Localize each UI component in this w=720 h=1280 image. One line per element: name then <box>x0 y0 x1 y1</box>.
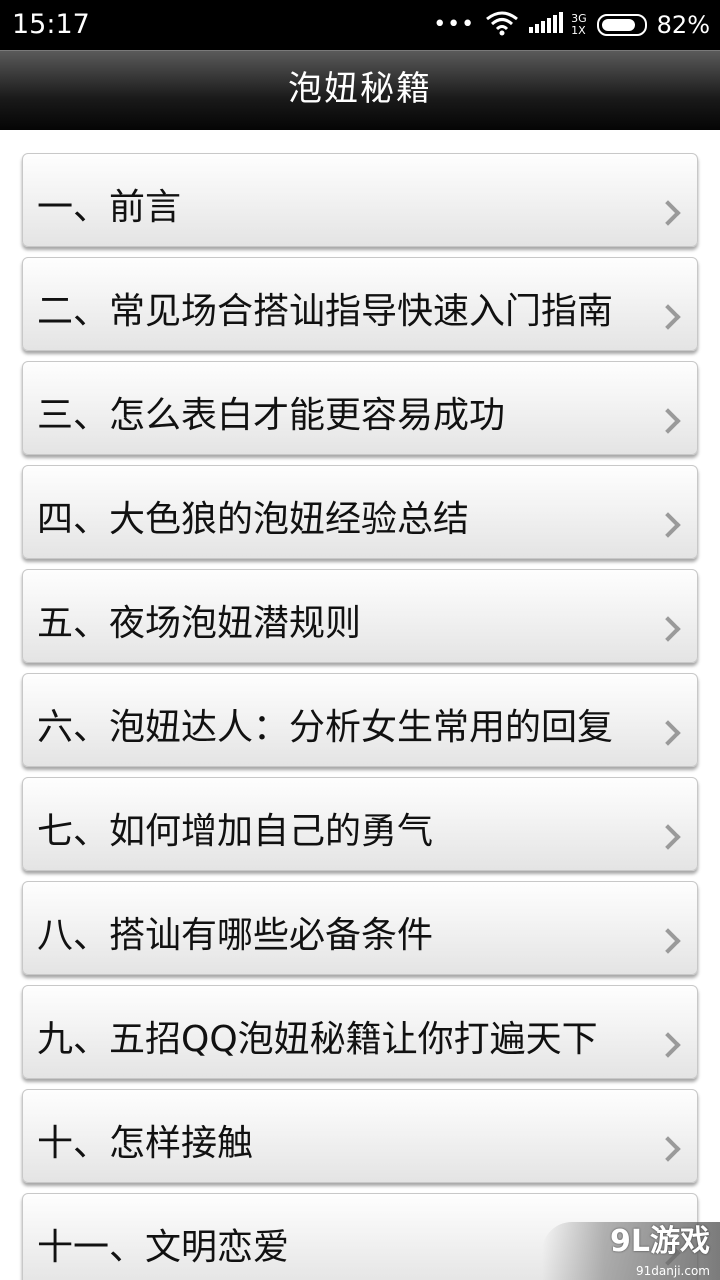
list-item[interactable]: 四、大色狼的泡妞经验总结 <box>22 465 698 559</box>
status-icons: ••• 3G 1X 82% <box>433 0 710 50</box>
chevron-right-icon <box>655 408 681 434</box>
list-item[interactable]: 六、泡妞达人：分析女生常用的回复 <box>22 673 698 767</box>
list-item[interactable]: 一、前言 <box>22 153 698 247</box>
list-item-label: 十一、文明恋爱 <box>37 1227 290 1268</box>
chevron-right-icon <box>655 200 681 226</box>
list-item-label: 四、大色狼的泡妞经验总结 <box>37 499 470 540</box>
battery-icon <box>596 14 647 36</box>
wifi-icon <box>485 10 519 40</box>
list-item[interactable]: 三、怎么表白才能更容易成功 <box>22 361 698 455</box>
signal-icon <box>529 11 567 39</box>
list-item-label: 六、泡妞达人：分析女生常用的回复 <box>37 707 614 748</box>
page-title: 泡妞秘籍 <box>288 69 432 109</box>
chevron-right-icon <box>655 512 681 538</box>
list-item-label: 三、怎么表白才能更容易成功 <box>37 395 506 436</box>
chevron-right-icon <box>655 1032 681 1058</box>
list-item-label: 八、搭讪有哪些必备条件 <box>37 915 434 956</box>
list-item[interactable]: 十、怎样接触 <box>22 1089 698 1183</box>
watermark-logo: 9L游戏 <box>610 1224 710 1259</box>
battery-fill <box>601 19 635 31</box>
list-item-label: 七、如何增加自己的勇气 <box>37 811 434 852</box>
list-item[interactable]: 二、常见场合搭讪指导快速入门指南 <box>22 257 698 351</box>
list-item-label: 十、怎样接触 <box>37 1123 254 1164</box>
status-time: 15:17 <box>12 9 90 40</box>
watermark-url: 91danji.com <box>636 1264 710 1278</box>
title-bar: 泡妞秘籍 <box>0 50 720 130</box>
more-dots-icon: ••• <box>433 12 476 37</box>
chevron-right-icon <box>655 616 681 642</box>
list-item[interactable]: 八、搭讪有哪些必备条件 <box>22 881 698 975</box>
network-type: 3G 1X <box>571 12 587 37</box>
list-item-label: 一、前言 <box>37 187 182 228</box>
chevron-right-icon <box>655 304 681 330</box>
chevron-right-icon <box>655 720 681 746</box>
list-item-label: 五、夜场泡妞潜规则 <box>37 603 362 644</box>
list-item[interactable]: 五、夜场泡妞潜规则 <box>22 569 698 663</box>
list-item[interactable]: 七、如何增加自己的勇气 <box>22 777 698 871</box>
battery-percent: 82% <box>656 11 710 39</box>
status-bar: 15:17 ••• 3G 1X 82% <box>0 0 720 50</box>
list-item-label: 二、常见场合搭讪指导快速入门指南 <box>37 291 614 332</box>
watermark: 9L游戏 91danji.com <box>542 1222 720 1280</box>
list-item-label: 九、五招QQ泡妞秘籍让你打遍天下 <box>37 1019 598 1060</box>
list-item[interactable]: 九、五招QQ泡妞秘籍让你打遍天下 <box>22 985 698 1079</box>
chevron-right-icon <box>655 928 681 954</box>
chevron-right-icon <box>655 824 681 850</box>
chevron-right-icon <box>655 1136 681 1162</box>
chapter-list[interactable]: 一、前言 二、常见场合搭讪指导快速入门指南 三、怎么表白才能更容易成功 四、大色… <box>0 130 720 1280</box>
